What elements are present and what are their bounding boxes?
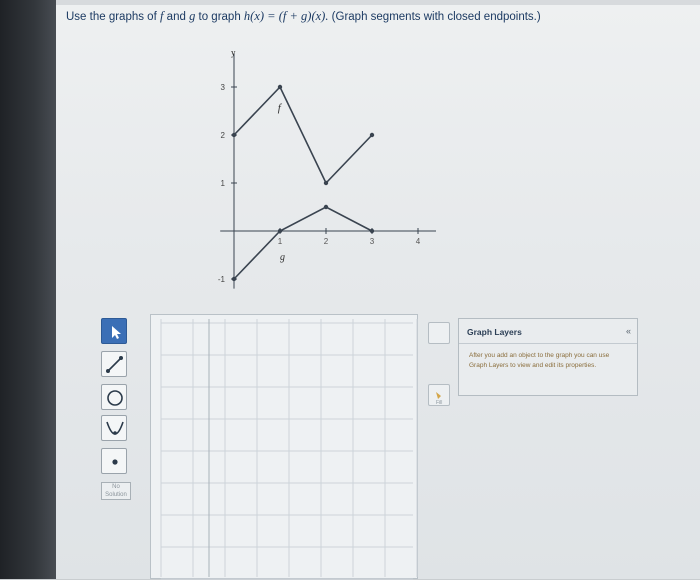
undo-button[interactable] <box>428 322 450 344</box>
top-divider <box>56 0 700 5</box>
monitor-bezel <box>0 0 58 579</box>
graph-layers-panel: Graph Layers « After you add an object t… <box>458 318 638 396</box>
series-line-f <box>233 85 373 185</box>
data-point-g <box>231 276 237 282</box>
y-tick-label: -1 <box>218 275 226 284</box>
collapse-icon[interactable]: « <box>626 326 631 336</box>
g-label: g <box>280 252 285 263</box>
graph-layers-title: Graph Layers <box>467 327 522 337</box>
answer-graph-canvas[interactable] <box>150 314 418 580</box>
y-axis-label: y <box>231 47 236 57</box>
f-label: f <box>278 102 283 114</box>
problem-graph: 321-11234yxfg <box>218 47 436 289</box>
fill-icon: Fill <box>436 392 442 406</box>
x-tick-label: 4 <box>416 237 421 246</box>
prompt-to-graph: to graph <box>198 11 241 23</box>
data-point-f <box>323 180 329 186</box>
circle-icon <box>107 390 123 406</box>
data-point-g <box>277 228 283 234</box>
fill-tool-button[interactable]: Fill <box>428 384 450 406</box>
svg-text:Fill: Fill <box>436 400 442 406</box>
drawing-toolbar: No Solution <box>97 318 137 508</box>
y-tick-label: 1 <box>221 179 226 188</box>
prompt-prefix: Use the graphs of <box>66 11 157 23</box>
prompt-g: g <box>189 9 196 23</box>
data-point-g <box>369 228 375 234</box>
graph-layers-help: After you add an object to the graph you… <box>469 352 610 369</box>
screen: Use the graphs of f and g to graph h(x) … <box>56 0 700 580</box>
parabola-icon <box>106 421 124 435</box>
question-prompt: Use the graphs of f and g to graph h(x) … <box>66 9 541 24</box>
arrow-icon <box>112 326 121 339</box>
point-tool[interactable] <box>101 448 127 474</box>
line-segment-tool[interactable] <box>101 351 127 377</box>
data-point-f <box>231 132 237 138</box>
panel-divider <box>459 343 637 344</box>
dot-icon <box>112 459 118 465</box>
y-tick-label: 2 <box>221 131 226 140</box>
no-solution-button[interactable]: No Solution <box>101 482 131 500</box>
prompt-and: and <box>166 11 186 23</box>
y-tick-label: 3 <box>221 83 226 92</box>
x-tick-label: 1 <box>278 237 283 246</box>
prompt-formula: h(x) = (f + g)(x). <box>243 9 329 23</box>
data-point-g <box>323 204 329 210</box>
data-point-f <box>277 84 283 90</box>
pointer-tool[interactable] <box>101 318 127 344</box>
x-tick-label: 2 <box>324 237 329 246</box>
x-tick-label: 3 <box>370 237 375 246</box>
prompt-f: f <box>159 9 164 23</box>
answer-grid <box>160 319 418 580</box>
prompt-note: (Graph segments with closed endpoints.) <box>331 11 541 23</box>
segment-icon <box>106 356 123 373</box>
circle-tool[interactable] <box>101 384 127 410</box>
series-line-g <box>233 206 373 280</box>
parabola-tool[interactable] <box>101 415 127 441</box>
data-point-f <box>369 132 375 138</box>
